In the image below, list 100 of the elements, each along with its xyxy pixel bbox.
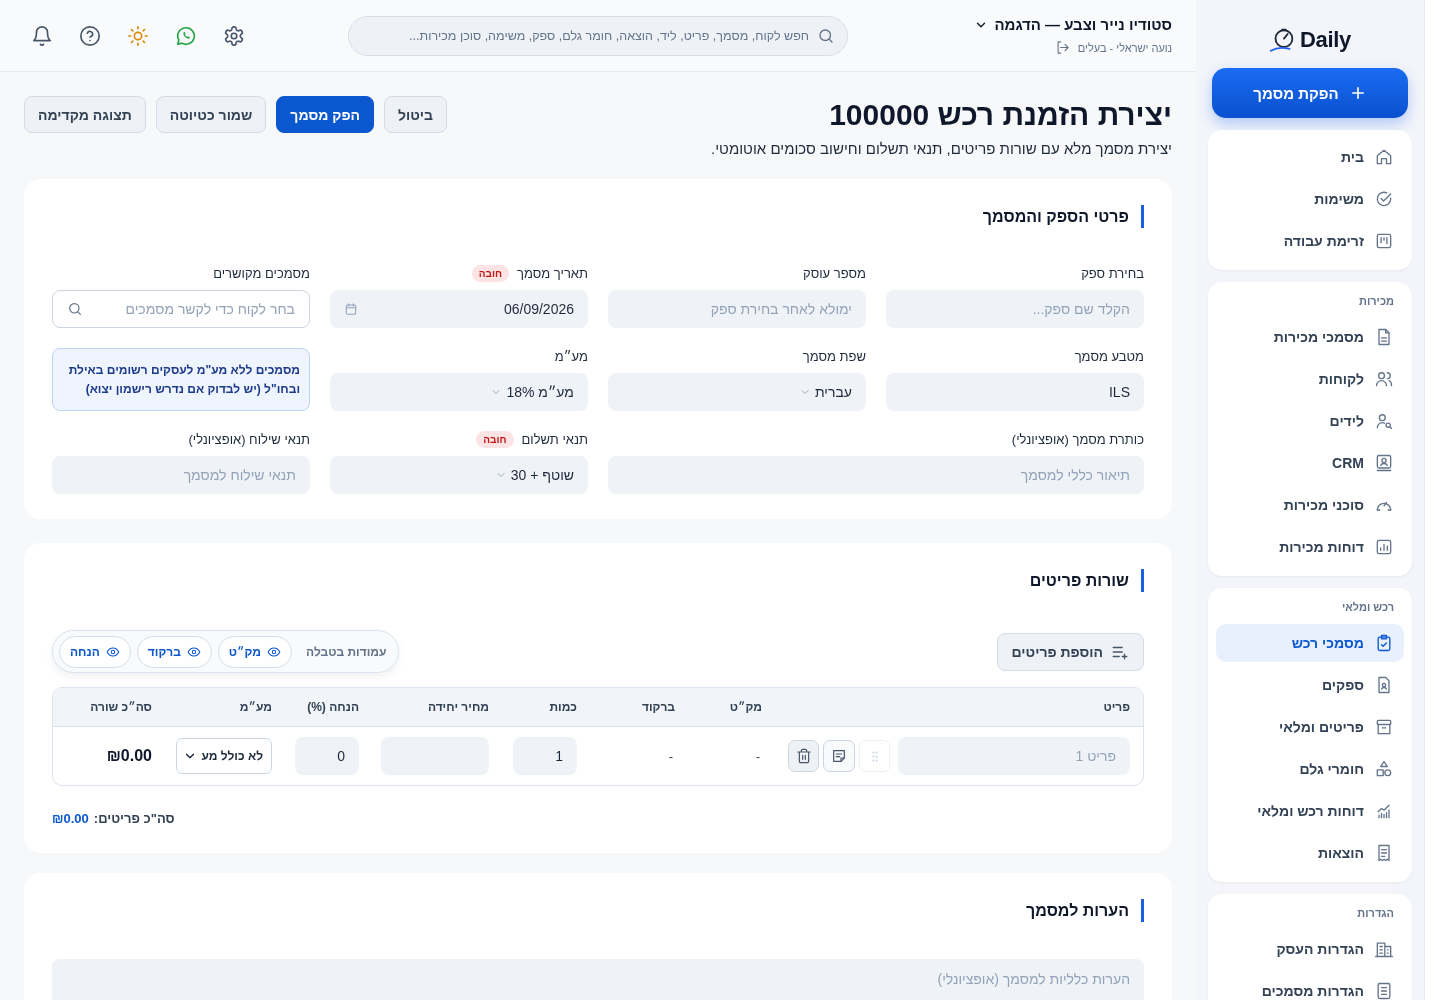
calendar-icon: [344, 302, 358, 316]
bell-icon[interactable]: [31, 24, 53, 47]
field-label: מספר עוסק: [803, 265, 866, 281]
action-button[interactable]: הפק מסמך: [276, 96, 374, 133]
eye-icon: [267, 644, 282, 659]
new-document-button[interactable]: הפקת מסמך: [1212, 68, 1408, 118]
column-header: פריט: [1102, 700, 1131, 714]
search-icon: [67, 301, 83, 317]
sidebar-item[interactable]: הגדרות מסמכים: [1216, 972, 1404, 1000]
select-field[interactable]: מע״מ 18%: [330, 373, 588, 411]
field-label: בחירת ספק: [1081, 265, 1144, 281]
input-field[interactable]: ימולא לאחר בחירת ספק: [608, 290, 866, 328]
home-icon: [1374, 147, 1394, 167]
sidebar-item[interactable]: משימות: [1216, 180, 1404, 218]
sidebar-item[interactable]: CRM: [1216, 444, 1404, 482]
column-toggle-chip[interactable]: הנחה: [59, 635, 131, 668]
field-label: מע״מ: [554, 348, 588, 364]
help-icon[interactable]: [79, 24, 101, 47]
line-total: ₪0.00: [106, 747, 152, 765]
add-items-button[interactable]: הוספת פריטים: [996, 632, 1144, 671]
sidebar-item[interactable]: חומרי גלם: [1216, 750, 1404, 788]
action-button[interactable]: שמור כטיוטה: [155, 96, 267, 133]
archive-icon: [1374, 717, 1394, 737]
eye-icon: [105, 644, 120, 659]
sidebar-item[interactable]: ספקים: [1216, 666, 1404, 704]
kanban-icon: [1374, 231, 1394, 251]
field-label: מטבע מסמך: [1074, 348, 1144, 364]
action-button[interactable]: תצוגה מקדימה: [24, 96, 146, 133]
input-field[interactable]: ILS: [886, 373, 1144, 411]
required-badge: חובה: [476, 430, 514, 448]
discount-input[interactable]: 0: [295, 737, 359, 775]
sidebar-item[interactable]: מסמכי רכש: [1216, 624, 1404, 662]
info-note: מסמכים ללא מע"מ לעסקים רשומים באילת ובחו"ל (יש לבדוק אם נדרש רישמון יצוא): [52, 348, 310, 411]
settings-icon[interactable]: [223, 24, 245, 47]
item-input[interactable]: פריט 1: [898, 737, 1130, 775]
chat-bubble-icon[interactable]: [175, 24, 197, 47]
input-field[interactable]: תנאי שילוח למסמך: [52, 456, 310, 494]
column-header: מחיר יחידה: [426, 700, 490, 714]
select-field[interactable]: עברית: [608, 373, 866, 411]
sidebar-item[interactable]: דוחות מכירות: [1216, 528, 1404, 566]
required-badge: חובה: [471, 264, 510, 282]
sidebar-item[interactable]: בית: [1216, 138, 1404, 176]
search-field[interactable]: חפש לקוח, מסמך, פריט, ליד, הוצאה, חומר גלם, ספק, משימה, סוכן מכירות...: [348, 15, 848, 56]
sidebar-item[interactable]: זרימת עבודה: [1216, 222, 1404, 260]
total-label: סה"כ פריטים:: [93, 810, 175, 826]
note-icon: [831, 748, 848, 764]
nav-section-title: הגדרות: [1356, 906, 1395, 921]
field-label: מסמכים מקושרים: [213, 265, 310, 281]
sidebar-item[interactable]: לידים: [1216, 402, 1404, 440]
sidebar-item[interactable]: הוצאות: [1216, 834, 1404, 872]
sun-icon[interactable]: [127, 24, 149, 47]
column-toggle-label: עמודות בטבלה: [306, 644, 387, 659]
column-header: הנחה (%): [306, 700, 360, 714]
search-icon: [817, 26, 835, 45]
page-subtitle: יצירת מסמך מלא עם שורות פריטים, תנאי תשלום וחישוב סכומים אוטומטי.: [711, 139, 1172, 159]
sidebar-item[interactable]: דוחות רכש ומלאי: [1216, 792, 1404, 830]
input-field[interactable]: הקלד שם ספק...: [886, 290, 1144, 328]
eye-icon: [186, 644, 201, 659]
column-header: ברקוד: [640, 700, 676, 714]
input-field[interactable]: תיאור כללי למסמך: [608, 456, 1144, 494]
quantity-input[interactable]: 1: [513, 737, 577, 775]
section-title: שורות פריטים: [52, 569, 1144, 592]
nav-section-title: מכירות: [1358, 294, 1395, 309]
vat-select[interactable]: לא כולל מע: [176, 738, 272, 774]
contact-card-icon: [1374, 453, 1394, 473]
user-search-icon: [1374, 411, 1394, 431]
notes-textarea[interactable]: הערות כלליות למסמך (אופציונלי): [52, 959, 1144, 1000]
sidebar-item[interactable]: הגדרות העסק: [1216, 930, 1404, 968]
notes-button[interactable]: [823, 740, 855, 772]
shapes-icon: [1374, 759, 1394, 779]
select-field[interactable]: שוטף + 30: [330, 456, 588, 494]
field-label: תנאי תשלום: [521, 431, 588, 447]
logo-text: Daily: [1299, 27, 1352, 53]
field-label: תנאי שילוח (אופציונלי): [188, 431, 310, 447]
table-cell-text: -: [668, 748, 674, 764]
column-header: מק״ט: [728, 700, 763, 714]
column-toggle-chip[interactable]: מק״ט: [217, 635, 293, 668]
trash-icon: [795, 748, 812, 764]
field-label: שפת מסמך: [802, 348, 866, 364]
column-toggle-chip[interactable]: ברקוד: [136, 635, 212, 668]
date-field[interactable]: 06/09/2026: [330, 290, 588, 328]
check-circle-icon: [1374, 189, 1394, 209]
field-label: תאריך מסמך: [517, 265, 588, 281]
page-title: יצירת הזמנת רכש 100000: [828, 97, 1172, 133]
bar-chart-icon: [1374, 537, 1394, 557]
field-label: כותרת מסמך (אופציונלי): [1011, 431, 1144, 447]
users-icon: [1374, 369, 1394, 389]
drag-handle-icon[interactable]: [859, 740, 891, 772]
table-cell-text: -: [755, 748, 761, 764]
action-button[interactable]: ביטול: [384, 96, 448, 133]
section-title: פרטי הספק והמסמך: [52, 205, 1144, 228]
logout-icon[interactable]: [1054, 40, 1070, 55]
sidebar-item[interactable]: לקוחות: [1216, 360, 1404, 398]
workspace-switcher[interactable]: סטודיו נייר וצבע — הדגמה: [974, 16, 1172, 33]
sidebar-item[interactable]: מסמכי מכירות: [1216, 318, 1404, 356]
section-title: הערות למסמך: [52, 899, 1144, 922]
sidebar-item[interactable]: סוכני מכירות: [1216, 486, 1404, 524]
sidebar-item[interactable]: פריטים ומלאי: [1216, 708, 1404, 746]
user-role-text: נועה ישראלי - בעלים: [1077, 41, 1172, 54]
delete-button[interactable]: [788, 740, 820, 772]
